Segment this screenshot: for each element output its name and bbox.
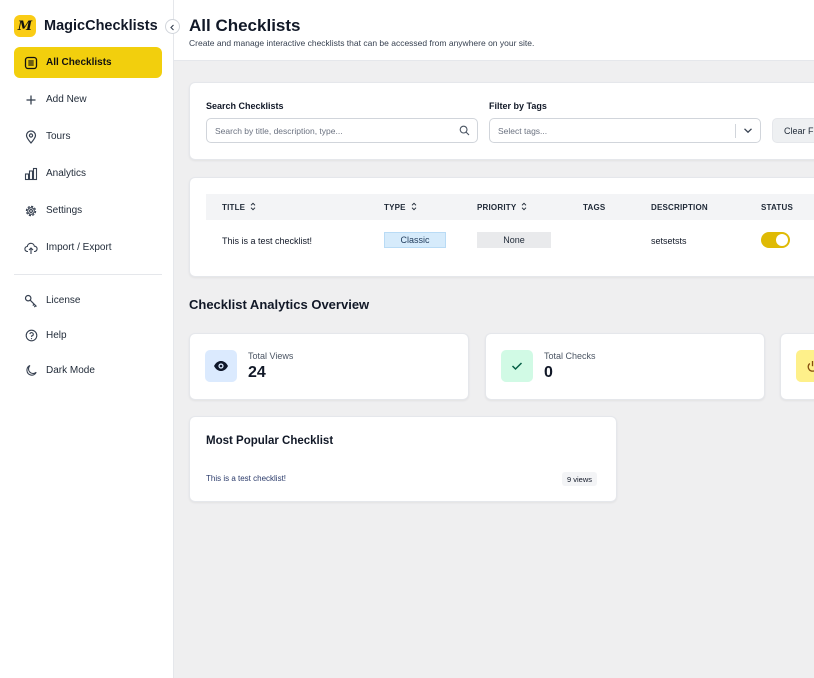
power-icon bbox=[796, 350, 814, 382]
checklists-table: TITLE TYPE PRIORITY TAGS DESCRIPTION STA… bbox=[189, 177, 814, 277]
main-content: All Checklists Create and manage interac… bbox=[174, 0, 814, 678]
sidebar-secondary-nav: License Help Dark Mode bbox=[14, 285, 162, 390]
most-popular-title: Most Popular Checklist bbox=[206, 435, 334, 447]
toggle-knob bbox=[776, 234, 788, 246]
stat-card-active bbox=[780, 333, 814, 400]
sidebar-item-label: License bbox=[46, 295, 81, 306]
sidebar: M MagicChecklists All Checklists Add New… bbox=[0, 0, 174, 678]
sidebar-item-label: Help bbox=[46, 330, 67, 341]
brand[interactable]: M MagicChecklists bbox=[14, 14, 158, 38]
type-badge: Classic bbox=[384, 232, 446, 248]
map-pin-icon bbox=[23, 129, 39, 145]
sidebar-item-label: All Checklists bbox=[46, 57, 112, 68]
column-header-type[interactable]: TYPE bbox=[384, 194, 417, 220]
select-separator bbox=[735, 124, 736, 138]
analytics-title: Checklist Analytics Overview bbox=[189, 297, 370, 312]
stat-label: Total Views bbox=[248, 351, 294, 361]
sidebar-item-label: Dark Mode bbox=[46, 365, 95, 376]
most-popular-item[interactable]: This is a test checklist! bbox=[206, 474, 286, 483]
column-header-tags: TAGS bbox=[583, 202, 606, 212]
tags-select[interactable]: Select tags... bbox=[489, 118, 761, 143]
column-header-title[interactable]: TITLE bbox=[222, 194, 256, 220]
sidebar-item-help[interactable]: Help bbox=[14, 320, 162, 351]
sidebar-item-all-checklists[interactable]: All Checklists bbox=[14, 47, 162, 78]
search-placeholder: Search by title, description, type... bbox=[215, 125, 343, 136]
sidebar-item-label: Add New bbox=[46, 94, 87, 105]
chevron-down-icon bbox=[743, 125, 753, 138]
stat-value: 0 bbox=[544, 364, 553, 381]
sidebar-item-dark-mode[interactable]: Dark Mode bbox=[14, 355, 162, 386]
page-title: All Checklists bbox=[189, 16, 301, 35]
brand-logo: M bbox=[14, 15, 36, 37]
sidebar-item-import-export[interactable]: Import / Export bbox=[14, 232, 162, 263]
page-header: All Checklists Create and manage interac… bbox=[174, 0, 814, 61]
column-header-status: STATUS bbox=[761, 202, 794, 212]
table-header: TITLE TYPE PRIORITY TAGS DESCRIPTION STA… bbox=[206, 194, 814, 220]
priority-badge: None bbox=[477, 232, 551, 248]
sidebar-item-license[interactable]: License bbox=[14, 285, 162, 316]
tags-placeholder: Select tags... bbox=[498, 125, 548, 136]
stat-value: 24 bbox=[248, 364, 266, 381]
column-header-priority[interactable]: PRIORITY bbox=[477, 194, 527, 220]
sidebar-item-analytics[interactable]: Analytics bbox=[14, 158, 162, 189]
sidebar-item-settings[interactable]: Settings bbox=[14, 195, 162, 226]
page-subtitle: Create and manage interactive checklists… bbox=[189, 38, 535, 48]
most-popular-card: Most Popular Checklist This is a test ch… bbox=[189, 416, 617, 502]
column-priority-label: PRIORITY bbox=[477, 202, 517, 212]
sidebar-item-tours[interactable]: Tours bbox=[14, 121, 162, 152]
check-icon bbox=[501, 350, 533, 382]
key-icon bbox=[23, 293, 39, 309]
sort-icon bbox=[411, 202, 417, 213]
column-header-description: DESCRIPTION bbox=[651, 202, 708, 212]
column-title-label: TITLE bbox=[222, 202, 246, 212]
sidebar-divider bbox=[14, 274, 162, 275]
search-label: Search Checklists bbox=[206, 101, 284, 111]
help-circle-icon bbox=[23, 328, 39, 344]
stat-card-total-checks: Total Checks 0 bbox=[485, 333, 765, 400]
sidebar-item-label: Settings bbox=[46, 205, 83, 216]
column-type-label: TYPE bbox=[384, 202, 406, 212]
stat-label: Total Checks bbox=[544, 351, 596, 361]
sidebar-item-label: Import / Export bbox=[46, 242, 112, 253]
sort-icon bbox=[521, 202, 527, 213]
views-badge: 9 views bbox=[562, 472, 598, 486]
status-toggle[interactable] bbox=[761, 232, 790, 248]
bar-chart-icon bbox=[23, 166, 39, 182]
sidebar-item-add-new[interactable]: Add New bbox=[14, 84, 162, 115]
row-description: setsetsts bbox=[651, 235, 687, 246]
sidebar-nav: All Checklists Add New Tours Analytics S… bbox=[14, 47, 162, 269]
search-input[interactable]: Search by title, description, type... bbox=[206, 118, 478, 143]
plus-icon bbox=[23, 92, 39, 108]
collapse-sidebar-button[interactable] bbox=[165, 19, 180, 34]
row-title[interactable]: This is a test checklist! bbox=[222, 234, 312, 247]
upload-icon bbox=[23, 240, 39, 256]
clear-filters-button[interactable]: Clear F bbox=[772, 118, 814, 143]
list-icon bbox=[23, 55, 39, 71]
brand-name: MagicChecklists bbox=[44, 18, 158, 34]
sidebar-item-label: Analytics bbox=[46, 168, 87, 179]
filters-card: Search Checklists Search by title, descr… bbox=[189, 82, 814, 160]
gear-icon bbox=[23, 203, 39, 219]
search-icon bbox=[459, 125, 470, 138]
chevron-left-icon bbox=[169, 18, 176, 36]
stat-card-total-views: Total Views 24 bbox=[189, 333, 469, 400]
sidebar-item-label: Tours bbox=[46, 131, 71, 142]
tags-label: Filter by Tags bbox=[489, 101, 547, 111]
eye-icon bbox=[205, 350, 237, 382]
sort-icon bbox=[250, 202, 256, 213]
moon-icon bbox=[23, 363, 39, 379]
